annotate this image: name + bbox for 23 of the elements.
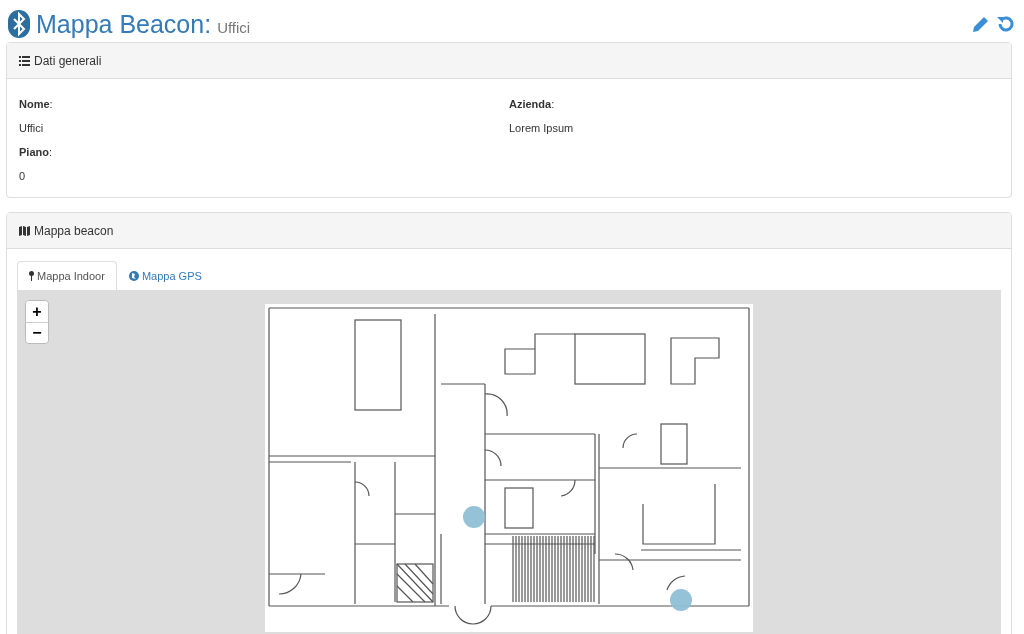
field-label: Piano: — [19, 145, 52, 158]
pin-icon — [29, 271, 34, 281]
undo-icon[interactable] — [996, 15, 1014, 33]
field-value: Lorem Ipsum — [509, 121, 574, 134]
field-label: Nome: — [19, 97, 53, 110]
field-label: Azienda: — [509, 97, 555, 110]
map-tab[interactable]: Mappa GPS — [116, 261, 214, 290]
field-value: Uffici — [19, 121, 44, 134]
map-icon — [19, 225, 30, 236]
beacon-marker[interactable] — [463, 506, 485, 528]
field-value: 0 — [19, 169, 26, 182]
map-tab[interactable]: Mappa Indoor — [17, 261, 117, 290]
list-icon — [19, 55, 30, 66]
bluetooth-logo-icon — [8, 10, 30, 38]
globe-icon — [128, 271, 139, 281]
pencil-icon[interactable] — [972, 15, 990, 33]
page-subtitle: Uffici — [217, 18, 251, 36]
page-title: Mappa Beacon: — [36, 9, 212, 39]
zoom-out-button[interactable]: − — [26, 322, 48, 343]
panel-title: Dati generali — [34, 53, 102, 68]
panel-title: Mappa beacon — [34, 223, 114, 238]
beacon-marker[interactable] — [670, 589, 692, 611]
zoom-in-button[interactable]: + — [26, 301, 48, 322]
